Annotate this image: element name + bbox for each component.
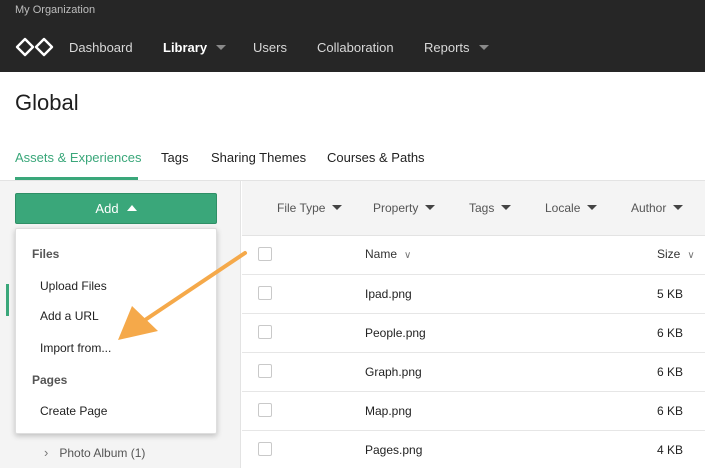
file-name[interactable]: Ipad.png [365,287,412,301]
page-title: Global [15,90,79,115]
row-checkbox[interactable] [258,442,272,456]
filter-tags[interactable]: Tags [469,201,512,215]
chevron-down-icon [673,205,684,211]
file-size: 6 KB [657,326,684,340]
folder-label: Photo Album (1) [59,446,146,460]
filter-property[interactable]: Property [373,201,436,215]
row-divider [242,313,705,314]
chevron-down-icon [425,205,436,211]
add-button[interactable]: Add [15,193,217,224]
menu-item-add-url[interactable]: Add a URL [40,309,99,323]
tab-sharing-themes[interactable]: Sharing Themes [211,150,306,165]
selected-folder-indicator [6,284,9,316]
row-checkbox[interactable] [258,325,272,339]
file-size: 6 KB [657,365,684,379]
chevron-down-icon [216,45,227,51]
file-name[interactable]: People.png [365,326,426,340]
menu-item-upload-files[interactable]: Upload Files [40,279,107,293]
row-checkbox[interactable] [258,403,272,417]
tab-tags[interactable]: Tags [161,150,188,165]
caret-up-icon [126,204,137,211]
chevron-down-icon [332,205,343,211]
row-divider [242,391,705,392]
file-name[interactable]: Graph.png [365,365,422,379]
column-header-name[interactable]: Name ∨ [365,247,411,261]
sort-chevron-icon: ∨ [404,250,412,261]
file-size: 5 KB [657,287,684,301]
nav-dashboard[interactable]: Dashboard [69,40,133,55]
file-size: 6 KB [657,404,684,418]
add-dropdown-menu: Files Upload Files Add a URL Import from… [15,228,217,434]
folder-photo-album[interactable]: › Photo Album (1) [44,445,145,460]
infinity-logo-icon[interactable] [14,36,56,58]
chevron-down-icon [587,205,598,211]
chevron-down-icon [478,45,489,51]
menu-header-pages: Pages [32,373,68,387]
row-divider [242,430,705,431]
menu-header-files: Files [32,247,60,261]
menu-item-create-page[interactable]: Create Page [40,404,107,418]
column-header-size[interactable]: Size ∨ [657,247,695,261]
file-name[interactable]: Pages.png [365,443,422,457]
row-divider [242,274,705,275]
top-navigation-bar: My Organization Dashboard Library Users … [0,0,705,72]
filter-author[interactable]: Author [631,201,684,215]
nav-users[interactable]: Users [253,40,287,55]
row-checkbox[interactable] [258,364,272,378]
filter-file-type[interactable]: File Type [277,201,343,215]
sort-chevron-icon: ∨ [687,250,695,261]
row-checkbox[interactable] [258,286,272,300]
organization-name[interactable]: My Organization [15,4,95,16]
add-button-label: Add [95,201,119,216]
chevron-right-icon[interactable]: › [44,445,48,460]
filter-locale[interactable]: Locale [545,201,598,215]
chevron-down-icon [501,205,512,211]
nav-reports[interactable]: Reports [424,40,489,55]
row-divider [242,352,705,353]
tab-courses-paths[interactable]: Courses & Paths [327,150,425,165]
nav-collaboration[interactable]: Collaboration [317,40,394,55]
tab-assets-experiences[interactable]: Assets & Experiences [15,150,141,165]
file-name[interactable]: Map.png [365,404,412,418]
file-size: 4 KB [657,443,684,457]
menu-item-import-from[interactable]: Import from... [40,341,111,355]
nav-library[interactable]: Library [163,40,227,55]
select-all-checkbox[interactable] [258,247,272,261]
